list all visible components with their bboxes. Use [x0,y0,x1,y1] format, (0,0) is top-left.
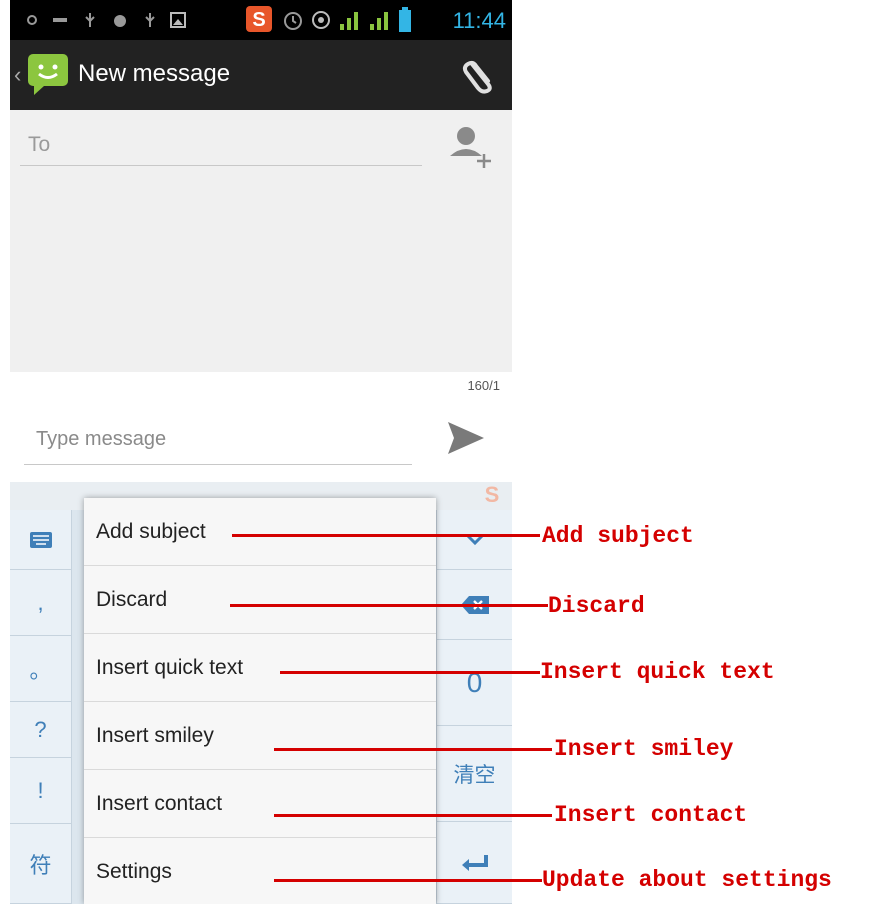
sogou-logo-icon: S [485,482,500,504]
battery-icon [399,7,411,32]
annotation-label: Discard [548,593,645,619]
sogou-input-icon: S [246,6,272,32]
enter-icon [461,854,488,871]
action-bar: ‹ New message [10,40,512,110]
page-title: New message [78,60,231,87]
annotation-label: Insert quick text [540,659,775,685]
image-icon [170,12,186,28]
menu-item-discard[interactable]: Discard [84,566,436,634]
menu-item-label: Insert smiley [96,724,214,747]
phone-screen: S 11:44 ‹ New message To 160/1 Type mess… [10,0,512,904]
messaging-app-icon[interactable] [26,52,70,96]
period-key[interactable]: 。 [10,636,72,702]
status-bar: S 11:44 [10,0,512,40]
annotation-label: Insert contact [554,802,748,828]
signal-icon [370,12,388,30]
menu-item-label: Insert quick text [96,656,244,679]
options-menu: Add subject Discard Insert quick text In… [84,498,436,904]
annotation-label: Insert smiley [554,736,734,762]
menu-item-insert-contact[interactable]: Insert contact [84,770,436,838]
annotation-label: Update about settings [542,867,832,893]
send-icon[interactable] [446,418,486,458]
menu-item-add-subject[interactable]: Add subject [84,498,436,566]
character-counter: 160/1 [467,378,500,393]
annotation-line [232,534,540,537]
annotation-line [274,814,552,817]
menu-item-label: Add subject [96,520,206,543]
annotation-line [280,671,540,674]
zero-key[interactable]: 0 [436,640,512,726]
sync-icon [312,11,330,29]
menu-item-settings[interactable]: Settings [84,838,436,904]
comma-key[interactable]: , [10,570,72,636]
collapse-key[interactable] [436,510,512,570]
keyboard-switch-key[interactable] [10,510,72,570]
menu-item-insert-quick-text[interactable]: Insert quick text [84,634,436,702]
usb-icon [85,13,95,27]
menu-item-label: Discard [96,588,168,611]
annotation-line [274,748,552,751]
alarm-icon [284,12,302,30]
voicemail-icon [53,18,67,22]
menu-item-insert-smiley[interactable]: Insert smiley [84,702,436,770]
keyboard-icon [29,531,52,548]
add-contact-icon[interactable] [448,124,494,170]
paperclip-icon[interactable] [462,54,500,94]
symbols-key[interactable]: 符 [10,824,72,904]
signal-icon [340,12,358,30]
compose-panel: 160/1 Type message [10,372,512,482]
message-placeholder: Type message [36,428,167,450]
question-key[interactable]: ? [10,702,72,758]
notification-dot-icon [27,15,37,25]
annotation-label: Add subject [542,523,694,549]
annotation-line [274,879,542,882]
clear-key[interactable]: 清空 [436,726,512,822]
exclamation-key[interactable]: ! [10,758,72,824]
status-time: 11:44 [452,8,506,33]
enter-key[interactable] [436,822,512,904]
back-chevron-icon[interactable]: ‹ [14,62,21,88]
menu-item-label: Settings [96,860,172,883]
recipient-placeholder: To [28,133,51,156]
recipient-field[interactable]: To [20,123,422,166]
message-input[interactable]: Type message [24,412,412,465]
usb-icon [145,13,155,27]
menu-item-label: Insert contact [96,792,223,815]
android-debug-icon [114,15,126,27]
svg-text:S: S [485,482,500,504]
annotation-line [230,604,548,607]
svg-text:S: S [252,9,265,31]
